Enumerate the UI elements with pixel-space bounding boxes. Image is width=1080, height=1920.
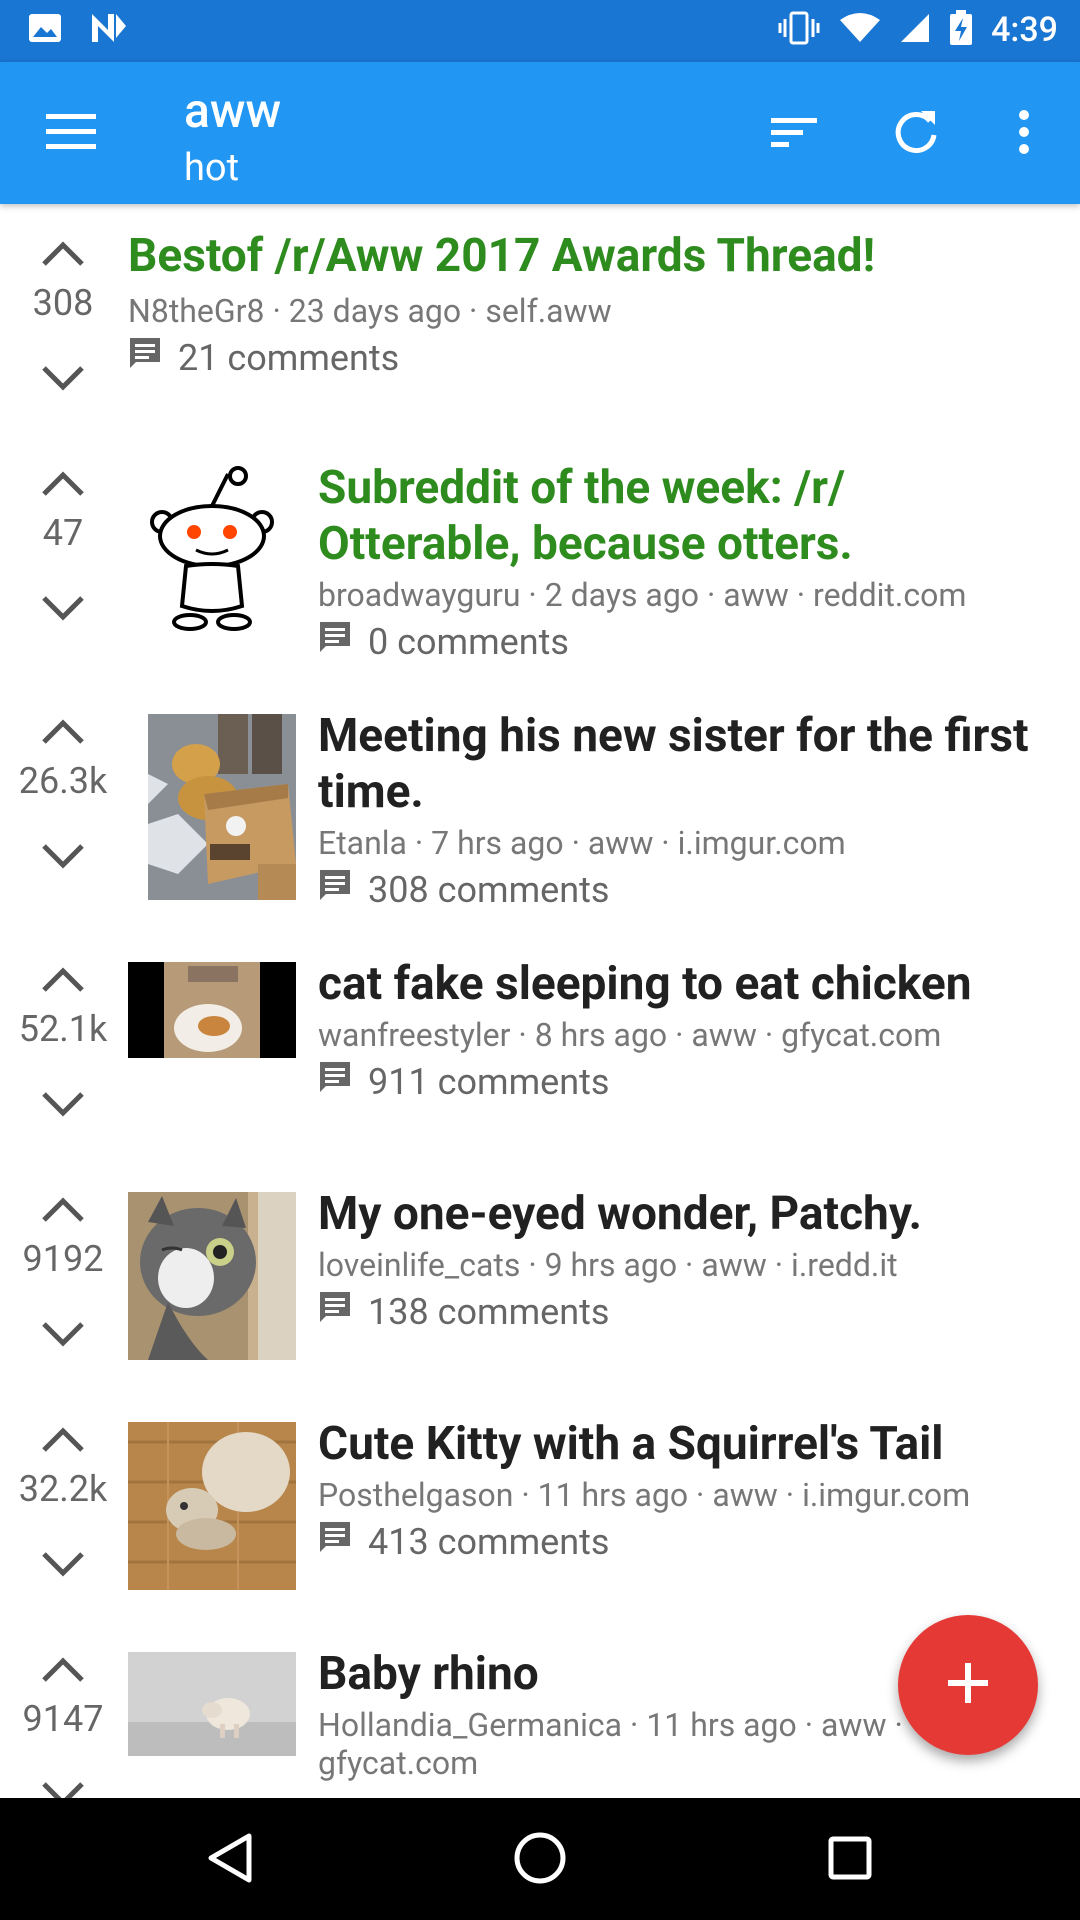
post-score: 47: [42, 512, 84, 554]
comments-count: 413 comments: [368, 1520, 610, 1563]
vote-control: 9147: [0, 1640, 126, 1798]
post-score: 308: [32, 282, 94, 324]
post-item[interactable]: 9192 My one-eyed wonder, Patchy. loveinl…: [0, 1180, 1080, 1390]
refresh-icon[interactable]: [886, 102, 946, 162]
wifi-icon: [839, 12, 881, 48]
post-score: 52.1k: [18, 1008, 108, 1050]
post-item[interactable]: 52.1k cat fake sleeping to eat chicken w…: [0, 950, 1080, 1160]
post-list: 308 Bestof /r/Aww 2017 Awards Thread! N8…: [0, 204, 1080, 1798]
post-title[interactable]: Cute Kitty with a Squirrel's Tail: [318, 1416, 1068, 1472]
sort-icon[interactable]: [764, 102, 824, 162]
comments-link[interactable]: 308 comments: [318, 868, 609, 911]
recents-icon[interactable]: [820, 1828, 880, 1888]
post-meta: N8theGr8 · 23 days ago · self.aww: [128, 292, 612, 330]
post-score: 32.2k: [18, 1468, 108, 1510]
post-meta: wanfreestyler · 8 hrs ago · aww · gfycat…: [318, 1016, 942, 1054]
post-title[interactable]: My one-eyed wonder, Patchy.: [318, 1186, 1068, 1242]
post-item[interactable]: 308 Bestof /r/Aww 2017 Awards Thread! N8…: [0, 224, 1080, 414]
post-item[interactable]: 32.2k Cute Kitty with a Squirrel's Tail …: [0, 1410, 1080, 1620]
comment-icon: [318, 1520, 352, 1563]
vote-control: 32.2k: [0, 1410, 126, 1590]
comments-link[interactable]: 413 comments: [318, 1520, 609, 1563]
vote-control: 26.3k: [0, 702, 126, 882]
post-title[interactable]: Meeting his new sister for the first tim…: [318, 708, 1068, 820]
comments-link[interactable]: 0 comments: [318, 620, 569, 663]
downvote-icon[interactable]: [38, 842, 88, 872]
app-bar: aww hot: [0, 62, 1080, 204]
post-thumbnail[interactable]: [128, 1192, 296, 1360]
upvote-icon[interactable]: [38, 1424, 88, 1454]
post-thumbnail[interactable]: [148, 714, 296, 900]
vote-control: 47: [0, 454, 126, 634]
comments-link[interactable]: 138 comments: [318, 1290, 609, 1333]
image-icon: [28, 13, 62, 47]
downvote-icon[interactable]: [38, 364, 88, 394]
post-title[interactable]: cat fake sleeping to eat chicken: [318, 956, 1068, 1012]
post-item[interactable]: 26.3k Meeting his new sister for the fir…: [0, 702, 1080, 912]
post-thumbnail[interactable]: [128, 1422, 296, 1590]
vote-control: 9192: [0, 1180, 126, 1360]
upvote-icon[interactable]: [38, 468, 88, 498]
post-score: 9192: [22, 1238, 104, 1280]
post-thumbnail[interactable]: [128, 1652, 296, 1756]
downvote-icon[interactable]: [38, 594, 88, 624]
post-meta: Etanla · 7 hrs ago · aww · i.imgur.com: [318, 824, 846, 862]
comments-count: 0 comments: [368, 620, 570, 663]
subreddit-title: aww: [184, 82, 282, 139]
comments-link[interactable]: 911 comments: [318, 1060, 609, 1103]
add-post-button[interactable]: [898, 1615, 1038, 1755]
downvote-icon[interactable]: [38, 1090, 88, 1120]
post-title[interactable]: Bestof /r/Aww 2017 Awards Thread!: [128, 228, 1048, 284]
post-thumbnail[interactable]: [128, 962, 296, 1058]
post-meta: broadwayguru · 2 days ago · aww · reddit…: [318, 576, 967, 614]
downvote-icon[interactable]: [38, 1320, 88, 1350]
downvote-icon[interactable]: [38, 1550, 88, 1580]
vote-control: 308: [0, 224, 126, 404]
sort-subtitle: hot: [184, 146, 240, 190]
comments-link[interactable]: 21 comments: [128, 336, 399, 379]
post-meta: loveinlife_cats · 9 hrs ago · aww · i.re…: [318, 1246, 898, 1284]
comments-count: 138 comments: [368, 1290, 610, 1333]
upvote-icon[interactable]: [38, 1194, 88, 1224]
comment-icon: [318, 620, 352, 663]
downvote-icon[interactable]: [38, 1780, 88, 1798]
post-title[interactable]: Subreddit of the week: /r/ Otterable, be…: [318, 460, 1058, 572]
n-icon: [90, 12, 128, 48]
comment-icon: [128, 336, 162, 379]
post-score: 26.3k: [18, 760, 108, 802]
comment-icon: [318, 1290, 352, 1333]
upvote-icon[interactable]: [38, 1654, 88, 1684]
comments-count: 911 comments: [368, 1060, 610, 1103]
comments-count: 21 comments: [178, 336, 400, 379]
upvote-icon[interactable]: [38, 964, 88, 994]
post-thumbnail[interactable]: [128, 466, 296, 634]
more-vert-icon[interactable]: [994, 102, 1054, 162]
comments-count: 308 comments: [368, 868, 610, 911]
comment-icon: [318, 868, 352, 911]
comment-icon: [318, 1060, 352, 1103]
post-item[interactable]: 47 Subreddit of the week: /r/ Otterable,…: [0, 454, 1080, 664]
system-nav-bar: [0, 1798, 1080, 1920]
post-meta: Hollandia_Germanica · 11 hrs ago · aww ·…: [318, 1706, 903, 1782]
post-score: 9147: [22, 1698, 104, 1740]
battery-charging-icon: [949, 10, 973, 50]
menu-icon[interactable]: [44, 110, 98, 154]
upvote-icon[interactable]: [38, 238, 88, 268]
clock: 4:39: [991, 10, 1058, 50]
upvote-icon[interactable]: [38, 716, 88, 746]
post-meta: Posthelgason · 11 hrs ago · aww · i.imgu…: [318, 1476, 971, 1514]
back-icon[interactable]: [200, 1828, 260, 1888]
signal-icon: [899, 12, 931, 48]
add-icon: [946, 1661, 990, 1709]
status-bar: 4:39: [0, 0, 1080, 62]
vibrate-icon: [777, 11, 821, 49]
home-icon[interactable]: [510, 1828, 570, 1888]
vote-control: 52.1k: [0, 950, 126, 1130]
